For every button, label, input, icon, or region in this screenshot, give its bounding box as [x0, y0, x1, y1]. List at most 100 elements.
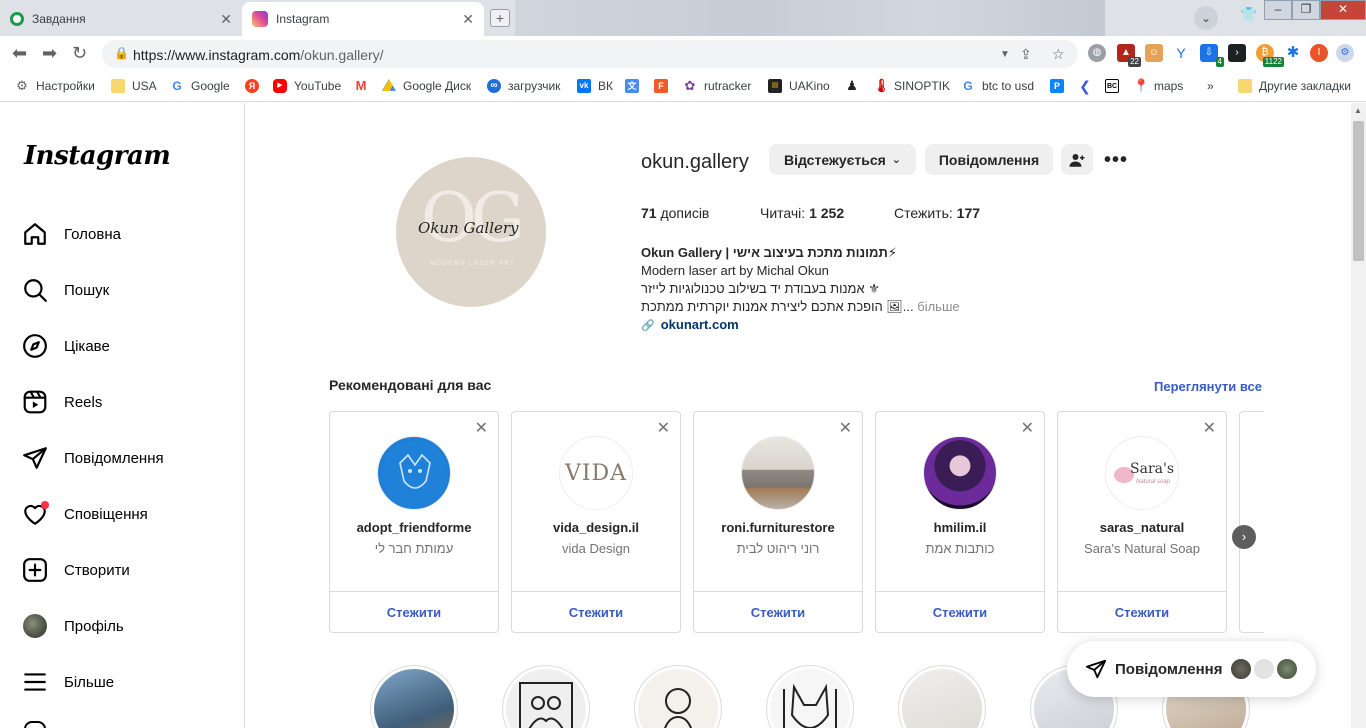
- suggestion-avatar[interactable]: [377, 436, 451, 510]
- suggestion-username[interactable]: vida_design.il: [512, 520, 680, 535]
- bookmark-maps[interactable]: 📍 maps: [1133, 79, 1183, 94]
- bookmark-uakino[interactable]: ▤ UAKino: [768, 79, 830, 93]
- window-close-icon[interactable]: ✕: [1320, 0, 1366, 20]
- bookmark-vk[interactable]: vk ВК: [577, 79, 613, 93]
- nav-search[interactable]: Пошук: [22, 275, 109, 305]
- extension-3-icon[interactable]: ₿ 1122: [1256, 44, 1284, 67]
- suggestion-avatar[interactable]: [923, 436, 997, 510]
- suggestion-card[interactable]: ✕ hmilim.il כותבות אמת Стежити: [875, 411, 1045, 633]
- bookmark-p[interactable]: P: [1050, 79, 1071, 93]
- following-stat[interactable]: Стежить: 177: [894, 205, 980, 221]
- bookmark-rutracker[interactable]: ✿ rutracker: [683, 79, 752, 94]
- bookmark-f[interactable]: F: [654, 79, 675, 93]
- following-button[interactable]: Відстежується ⌄: [769, 144, 916, 175]
- tab-search-dropdown-icon[interactable]: ⌄: [1194, 6, 1218, 30]
- bookmark-star-icon[interactable]: ☆: [1052, 46, 1065, 63]
- scrollbar-thumb[interactable]: [1353, 121, 1364, 261]
- nav-profile[interactable]: Профіль: [22, 611, 124, 641]
- bookmark-gmail[interactable]: M: [354, 79, 375, 93]
- suggestion-username[interactable]: saras_natural: [1058, 520, 1226, 535]
- tab-tasks[interactable]: Завдання ✕: [0, 2, 242, 36]
- followers-stat[interactable]: Читачі: 1 252: [760, 205, 844, 221]
- bookmark-bc[interactable]: BC: [1105, 79, 1126, 93]
- story-highlight[interactable]: [766, 665, 854, 728]
- theme-shirt-icon[interactable]: 👕: [1240, 6, 1257, 23]
- share-icon[interactable]: ⇪: [1020, 46, 1032, 63]
- close-tab-icon[interactable]: ✕: [462, 11, 474, 28]
- bookmark-other[interactable]: Другие закладки: [1238, 79, 1351, 93]
- suggestion-username[interactable]: adopt_friendforme: [330, 520, 498, 535]
- bookmark-sinoptik[interactable]: 🌡 SINOPTIK: [873, 79, 950, 94]
- suggestion-card-partial[interactable]: [1239, 411, 1264, 633]
- message-button[interactable]: Повідомлення: [925, 144, 1053, 175]
- nav-messages[interactable]: Повідомлення: [22, 443, 164, 473]
- suggestion-card[interactable]: ✕ VIDA vida_design.il vida Design Стежит…: [511, 411, 681, 633]
- bookmark-usa[interactable]: USA: [111, 79, 157, 93]
- dismiss-icon[interactable]: ✕: [657, 418, 670, 438]
- bookmarks-overflow-button[interactable]: »: [1207, 79, 1214, 93]
- minimize-icon[interactable]: –: [1264, 0, 1292, 20]
- omnibox-dropdown-icon[interactable]: ▼: [1000, 49, 1010, 60]
- bookmark-translate[interactable]: 文: [625, 79, 646, 93]
- nav-more[interactable]: Більше: [22, 667, 114, 697]
- follow-button[interactable]: Стежити: [512, 605, 680, 620]
- bookmark-youtube[interactable]: ▶ YouTube: [273, 79, 341, 93]
- globe-extension-icon[interactable]: ◍: [1088, 44, 1106, 62]
- chevron-right-icon[interactable]: ›: [1232, 525, 1256, 549]
- profile-avatar-icon[interactable]: I: [1310, 44, 1328, 62]
- dismiss-icon[interactable]: ✕: [475, 418, 488, 438]
- suggestion-card[interactable]: ✕ adopt_friendforme עמותת חבר לי Стежити: [329, 411, 499, 633]
- page-scrollbar[interactable]: ▲: [1351, 103, 1366, 728]
- story-highlight[interactable]: [898, 665, 986, 728]
- see-all-link[interactable]: Переглянути все: [1154, 379, 1262, 394]
- bio-website-link[interactable]: okunart.com: [661, 317, 739, 332]
- bookmark-google-drive[interactable]: Google Диск: [382, 79, 471, 93]
- new-tab-button[interactable]: +: [490, 9, 510, 27]
- bookmark-btc-to-usd[interactable]: Gbtc to usd: [961, 79, 1034, 93]
- more-options-icon[interactable]: •••: [1104, 149, 1128, 172]
- follow-button[interactable]: Стежити: [694, 605, 862, 620]
- extension-2-icon[interactable]: ⇩ 4: [1200, 44, 1224, 67]
- nav-home[interactable]: Головна: [22, 219, 121, 249]
- suggestion-card[interactable]: ✕ Sara's Natural soap saras_natural Sara…: [1057, 411, 1227, 633]
- reload-icon[interactable]: ↻: [72, 43, 87, 64]
- extension-terminal-icon[interactable]: ›: [1228, 44, 1246, 62]
- threads-icon[interactable]: [24, 721, 46, 728]
- bookmark-settings[interactable]: ⚙ Настройки: [15, 79, 95, 94]
- nav-reels[interactable]: Reels: [22, 387, 102, 417]
- suggestion-avatar[interactable]: VIDA: [559, 436, 633, 510]
- suggestion-username[interactable]: roni.furniturestore: [694, 520, 862, 535]
- suggestion-username[interactable]: hmilim.il: [876, 520, 1044, 535]
- follow-button[interactable]: Стежити: [876, 605, 1044, 620]
- story-highlight[interactable]: [502, 665, 590, 728]
- instagram-logo[interactable]: Instagram: [24, 141, 171, 171]
- maximize-icon[interactable]: ❐: [1292, 0, 1320, 20]
- extension-y-icon[interactable]: Y: [1172, 44, 1190, 62]
- bookmark-yandex[interactable]: Я: [245, 79, 266, 93]
- suggestion-card[interactable]: ✕ roni.furniturestore רוני ריהוט לבית Ст…: [693, 411, 863, 633]
- messages-pill[interactable]: Повідомлення: [1067, 641, 1316, 697]
- extensions-puzzle-icon[interactable]: ✱: [1284, 44, 1302, 62]
- address-bar[interactable]: 🔒 https://www.instagram.com/okun.gallery…: [102, 40, 1078, 68]
- suggest-people-button[interactable]: [1061, 144, 1093, 175]
- dismiss-icon[interactable]: ✕: [839, 418, 852, 438]
- story-highlight[interactable]: [634, 665, 722, 728]
- extension-face-icon[interactable]: ☺: [1145, 44, 1163, 62]
- bookmark-chevron[interactable]: ❮: [1078, 79, 1099, 93]
- dismiss-icon[interactable]: ✕: [1021, 418, 1034, 438]
- profile-picture[interactable]: OG Okun Gallery MODERN LASER ART: [396, 157, 546, 307]
- follow-button[interactable]: Стежити: [1058, 605, 1226, 620]
- close-tab-icon[interactable]: ✕: [220, 11, 232, 28]
- suggestion-avatar[interactable]: [741, 436, 815, 510]
- nav-notifications[interactable]: Сповіщення: [22, 499, 148, 529]
- extension-1-icon[interactable]: ▲ 22: [1117, 44, 1141, 67]
- nav-create[interactable]: Створити: [22, 555, 130, 585]
- bookmark-google[interactable]: G Google: [170, 79, 229, 93]
- url-text[interactable]: https://www.instagram.com/okun.gallery/: [133, 47, 384, 63]
- dismiss-icon[interactable]: ✕: [1203, 418, 1216, 438]
- bio-more-link[interactable]: більше: [917, 299, 959, 314]
- chrome-menu-icon[interactable]: ⚙: [1336, 44, 1354, 62]
- suggestion-avatar[interactable]: Sara's Natural soap: [1105, 436, 1179, 510]
- forward-arrow-icon[interactable]: ➡: [42, 43, 57, 64]
- nav-explore[interactable]: Цікаве: [22, 331, 110, 361]
